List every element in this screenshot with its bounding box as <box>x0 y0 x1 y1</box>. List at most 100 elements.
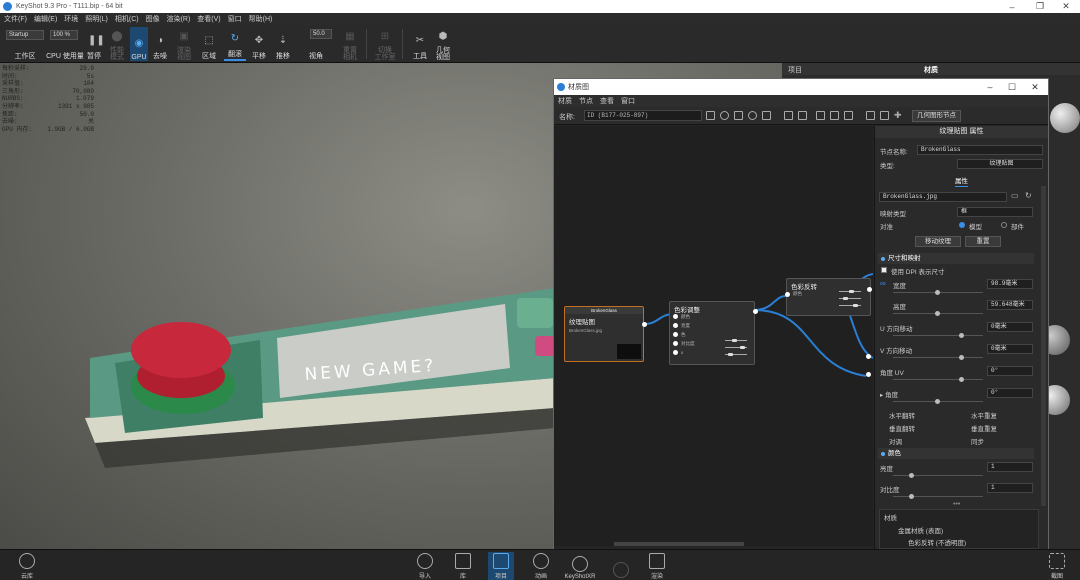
menu-view[interactable]: 查看(V) <box>197 14 220 24</box>
u-shift-input[interactable]: 0毫米 <box>987 322 1033 332</box>
size-mapping-section[interactable]: 尺寸和映射 <box>878 253 1034 264</box>
slider-knob[interactable] <box>959 377 964 382</box>
menu-image[interactable]: 图像 <box>146 14 160 24</box>
menu-window[interactable]: 窗口 <box>228 14 242 24</box>
reset-camera-button[interactable]: ▦ 重置 相机 <box>338 27 362 61</box>
color-section[interactable]: 颜色 <box>878 448 1034 459</box>
split-icon[interactable] <box>880 111 889 120</box>
perf-mode-button[interactable]: ⬤ 性能 模式 <box>106 27 128 61</box>
region-button[interactable]: ⬚ 区域 <box>198 27 220 61</box>
render-view-button[interactable]: ▣ 渲染 视图 <box>172 27 196 61</box>
screenshot-button[interactable]: 截图 <box>1044 552 1070 580</box>
texture-node[interactable]: BrokenGlass 纹理贴图 BrokenGlass.jpg <box>564 306 647 362</box>
tree-item-material[interactable]: 材质 <box>880 510 1038 524</box>
minimize-icon[interactable]: – <box>998 0 1026 13</box>
slider-knob[interactable] <box>935 311 940 316</box>
paste-icon[interactable] <box>798 111 807 120</box>
use-dpi-checkbox[interactable] <box>881 267 887 273</box>
input-port[interactable] <box>785 292 790 297</box>
flip-horizontal-toggle[interactable]: 水平翻转 <box>889 410 915 420</box>
folder-icon[interactable]: ▭ <box>1011 191 1019 200</box>
denoise-button[interactable]: ◑ 去噪 <box>150 27 170 61</box>
animation-button[interactable]: 动画 <box>528 552 554 580</box>
slider-knob[interactable] <box>959 333 964 338</box>
slider-knob[interactable] <box>909 473 914 478</box>
mg-menu-window[interactable]: 窗口 <box>621 96 635 106</box>
contrast-slider[interactable] <box>893 496 983 497</box>
add-node-icon[interactable]: ✚ <box>894 111 903 120</box>
canvas-scrollbar[interactable] <box>614 542 744 546</box>
cloud-library-button[interactable]: 云库 <box>12 552 42 580</box>
dolly-button[interactable]: ⇣ 推移 <box>272 27 294 61</box>
sync-toggle[interactable]: 同步 <box>971 436 984 446</box>
u-shift-slider[interactable] <box>893 335 983 336</box>
save-icon[interactable] <box>706 111 715 120</box>
v-shift-slider[interactable] <box>893 357 983 358</box>
brightness-slider[interactable] <box>893 475 983 476</box>
menu-environment[interactable]: 环境 <box>64 14 78 24</box>
properties-scrollbar[interactable] <box>1041 186 1046 506</box>
material-preview-thumb[interactable] <box>1050 103 1080 133</box>
pan-button[interactable]: ✥ 平移 <box>248 27 270 61</box>
node-name-input[interactable]: BrokenGlass <box>917 145 1043 155</box>
history-icon[interactable] <box>748 111 757 120</box>
more-dots-icon[interactable]: ••• <box>953 501 960 508</box>
input-port[interactable] <box>866 354 871 359</box>
input-port[interactable] <box>673 341 678 346</box>
flip-vertical-toggle[interactable]: 垂直翻转 <box>889 423 915 433</box>
contrast-input[interactable]: 1 <box>987 483 1033 493</box>
tree-item-metal[interactable]: 金属材质 (表面) <box>880 524 1038 536</box>
input-port[interactable] <box>673 350 678 355</box>
minimize-icon[interactable]: – <box>979 79 1001 95</box>
restore-icon[interactable]: ❐ <box>1026 0 1054 13</box>
keyshotxr-button[interactable]: KeyShotXR <box>562 552 598 580</box>
texture-file-input[interactable]: BrokenGlass.jpg <box>879 192 1007 202</box>
mg-menu-node[interactable]: 节点 <box>579 96 593 106</box>
align-icon[interactable] <box>844 111 853 120</box>
import-button[interactable]: 导入 <box>412 552 438 580</box>
library-button[interactable]: 库 <box>450 552 476 580</box>
reload-icon[interactable] <box>720 111 729 120</box>
angle-input[interactable]: 0° <box>987 388 1033 398</box>
menu-edit[interactable]: 编辑(E) <box>34 14 57 24</box>
width-input[interactable]: 98.9毫米 <box>987 279 1033 289</box>
angle-label[interactable]: ▸ 角度 <box>880 389 898 399</box>
reset-button[interactable]: 重置 <box>965 236 1001 247</box>
uv-angle-input[interactable]: 0° <box>987 366 1033 376</box>
render-button[interactable]: 渲染 <box>644 552 670 580</box>
tumble-button[interactable]: ↻ 翻滚 <box>224 27 246 61</box>
slider-knob[interactable] <box>935 290 940 295</box>
menu-camera[interactable]: 相机(C) <box>115 14 139 24</box>
slider-knob[interactable] <box>935 399 940 404</box>
output-port[interactable] <box>753 309 758 314</box>
slider-knob[interactable] <box>909 494 914 499</box>
brightness-input[interactable]: 1 <box>987 462 1033 472</box>
copy-icon[interactable] <box>784 111 793 120</box>
menu-render[interactable]: 渲染(R) <box>167 14 191 24</box>
maximize-icon[interactable]: ☐ <box>1001 79 1023 95</box>
close-icon[interactable]: ✕ <box>1024 79 1046 95</box>
output-port[interactable] <box>867 287 872 292</box>
switch-workspace-button[interactable]: ⊞ 切换 工作室 <box>372 27 398 61</box>
material-name-input[interactable]: ID (B177-025-897) <box>584 110 702 121</box>
frame-icon[interactable] <box>866 111 875 120</box>
input-port[interactable] <box>673 314 678 319</box>
link-icon[interactable]: ∞ <box>880 279 886 288</box>
grid-icon[interactable] <box>734 111 743 120</box>
swap-toggle[interactable]: 对调 <box>889 436 902 446</box>
repeat-horizontal-toggle[interactable]: 水平重复 <box>971 410 997 420</box>
tree-item-color-invert[interactable]: 色彩反转 (不透明度) <box>880 536 1038 548</box>
height-input[interactable]: 59.648毫米 <box>987 300 1033 310</box>
move-texture-button[interactable]: 移动纹理 <box>915 236 961 247</box>
output-port[interactable] <box>642 322 647 327</box>
pause-button[interactable]: ❚❚ 暂停 <box>84 27 105 61</box>
sliders-icon[interactable] <box>762 111 771 120</box>
input-port[interactable] <box>673 332 678 337</box>
color-adjust-node[interactable]: 色彩调整 颜色 亮度 色 对比度 x <box>669 301 758 365</box>
mg-menu-material[interactable]: 材质 <box>558 96 572 106</box>
gpu-toggle[interactable]: ◉ GPU <box>130 27 148 61</box>
align-model-radio[interactable] <box>959 222 965 228</box>
menu-help[interactable]: 帮助(H) <box>249 14 273 24</box>
repeat-vertical-toggle[interactable]: 垂直重复 <box>971 423 997 433</box>
refresh-icon[interactable]: ↻ <box>1025 191 1032 200</box>
